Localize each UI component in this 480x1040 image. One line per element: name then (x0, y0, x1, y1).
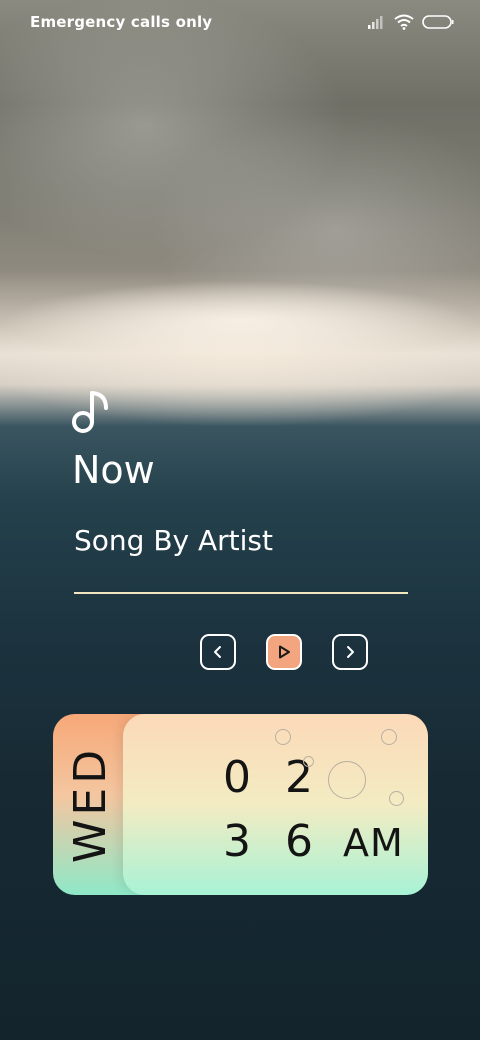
status-bar: Emergency calls only (0, 0, 480, 44)
clock-widget[interactable]: WED 0 2 3 6 AM (53, 714, 428, 895)
next-icon (347, 646, 354, 658)
minute-line: 3 6 AM (223, 816, 404, 867)
ampm-text: AM (342, 821, 404, 865)
day-label: WED (61, 714, 121, 895)
music-heading: Now (72, 448, 155, 492)
play-icon (279, 645, 290, 659)
bubble-decoration (275, 729, 291, 745)
day-text: WED (65, 745, 117, 864)
minute-text: 3 6 (223, 816, 323, 867)
wave-foam (0, 250, 480, 390)
carrier-text: Emergency calls only (30, 13, 213, 31)
lock-screen: Emergency calls only Now Song By Artist … (0, 0, 480, 1040)
bubble-decoration (328, 761, 366, 799)
previous-button[interactable] (200, 634, 236, 670)
signal-icon (368, 16, 383, 29)
music-note-icon (72, 391, 108, 433)
battery-icon (422, 15, 454, 29)
bubble-decoration (381, 729, 397, 745)
play-button[interactable] (266, 634, 302, 670)
track-title: Song By Artist (74, 524, 273, 557)
next-button[interactable] (332, 634, 368, 670)
time-panel: 0 2 3 6 AM (123, 714, 428, 895)
bubble-decoration (303, 756, 314, 767)
bubble-decoration (389, 791, 404, 806)
wifi-icon (394, 14, 414, 30)
progress-line (74, 592, 408, 594)
status-icons (368, 14, 454, 30)
previous-icon (214, 646, 221, 658)
